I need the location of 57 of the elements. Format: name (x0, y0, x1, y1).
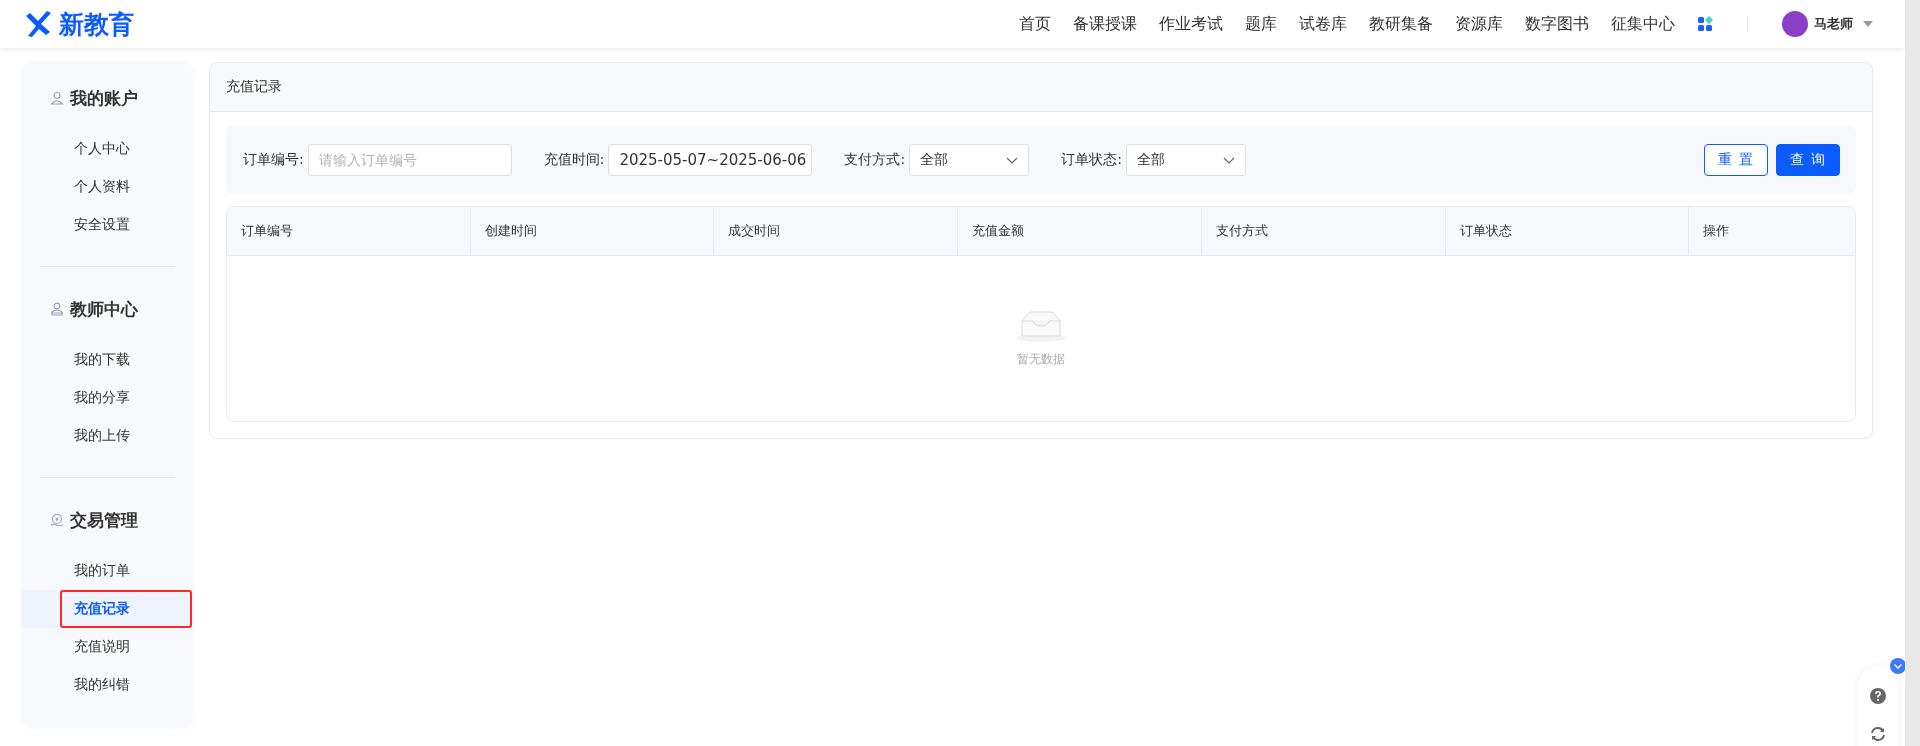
avatar[interactable] (1782, 11, 1808, 37)
collapse-icon[interactable] (1890, 658, 1906, 674)
nav-link[interactable]: 教研集备 (1369, 13, 1433, 35)
nav-link[interactable]: 征集中心 (1611, 13, 1675, 35)
column-header: 操作 (1702, 222, 1731, 240)
select-field[interactable]: 全部 (909, 144, 1030, 176)
logo-icon (24, 10, 54, 38)
column-header: 充值金额 (958, 207, 1202, 255)
teacher-icon (50, 302, 64, 316)
query-button[interactable]: 查 询 (1776, 144, 1840, 176)
nav-link[interactable]: 首页 (1019, 13, 1051, 35)
chevron-down-icon[interactable] (1006, 156, 1019, 164)
filter-label: 订单编号: (243, 151, 304, 169)
filter-label: 订单状态: (1061, 151, 1122, 169)
date-range-field[interactable]: 2025-05-07~2025-06-06 (608, 144, 813, 176)
sidebar-item[interactable]: 我的上传 (72, 421, 132, 451)
sidebar-item[interactable]: 我的订单 (72, 556, 132, 586)
sidebar-item[interactable]: 个人资料 (72, 172, 132, 202)
column-header: 支付方式 (1201, 207, 1446, 255)
person-icon (50, 91, 64, 105)
filter-label: 充值时间: (543, 151, 605, 169)
chevron-down-icon[interactable] (1222, 156, 1235, 164)
column-header: 创建时间 (470, 207, 715, 255)
reset-button[interactable]: 重 置 (1704, 144, 1768, 176)
nav-link[interactable]: 资源库 (1455, 13, 1503, 35)
apps-icon[interactable] (1697, 16, 1713, 32)
empty-message: 暂无数据 (1017, 351, 1065, 368)
logo-text: 新教育 (59, 8, 134, 41)
help-icon[interactable] (1870, 688, 1886, 704)
sidebar-item[interactable]: 安全设置 (72, 210, 132, 240)
group-title: 教师中心 (70, 297, 138, 321)
scrollbar[interactable] (1905, 0, 1920, 746)
filter-label: 支付方式: (844, 151, 906, 169)
nav-link[interactable]: 备课授课 (1073, 13, 1137, 35)
nav-link[interactable]: 试卷库 (1299, 13, 1347, 35)
select-field[interactable]: 全部 (1125, 144, 1246, 176)
order-number-field[interactable]: 请输入订单编号 (307, 144, 512, 176)
sidebar-item[interactable]: 我的下载 (72, 345, 132, 375)
sidebar-item[interactable]: 我的纠错 (72, 670, 132, 700)
sidebar-item[interactable]: 个人中心 (72, 134, 132, 164)
group-title: 交易管理 (70, 508, 138, 532)
empty-inbox-icon (1014, 309, 1068, 343)
column-header: 订单编号 (227, 207, 471, 255)
caret-icon[interactable] (1863, 21, 1873, 27)
user-name[interactable]: 马老师 (1814, 15, 1853, 33)
sidebar-item[interactable]: 充值记录 (60, 590, 192, 628)
sidebar-item[interactable]: 我的分享 (72, 383, 132, 413)
column-header: 订单状态 (1445, 207, 1690, 255)
nav-link[interactable]: 题库 (1245, 13, 1277, 35)
coin-hand-icon (50, 513, 64, 527)
sidebar-item[interactable]: 充值说明 (72, 632, 132, 662)
refresh-icon[interactable] (1870, 726, 1886, 742)
column-header: 成交时间 (714, 207, 959, 255)
nav-link[interactable]: 数字图书 (1525, 13, 1589, 35)
group-title: 我的账户 (70, 86, 138, 110)
nav-link[interactable]: 作业考试 (1159, 13, 1223, 35)
panel-title: 充值记录 (226, 78, 282, 96)
